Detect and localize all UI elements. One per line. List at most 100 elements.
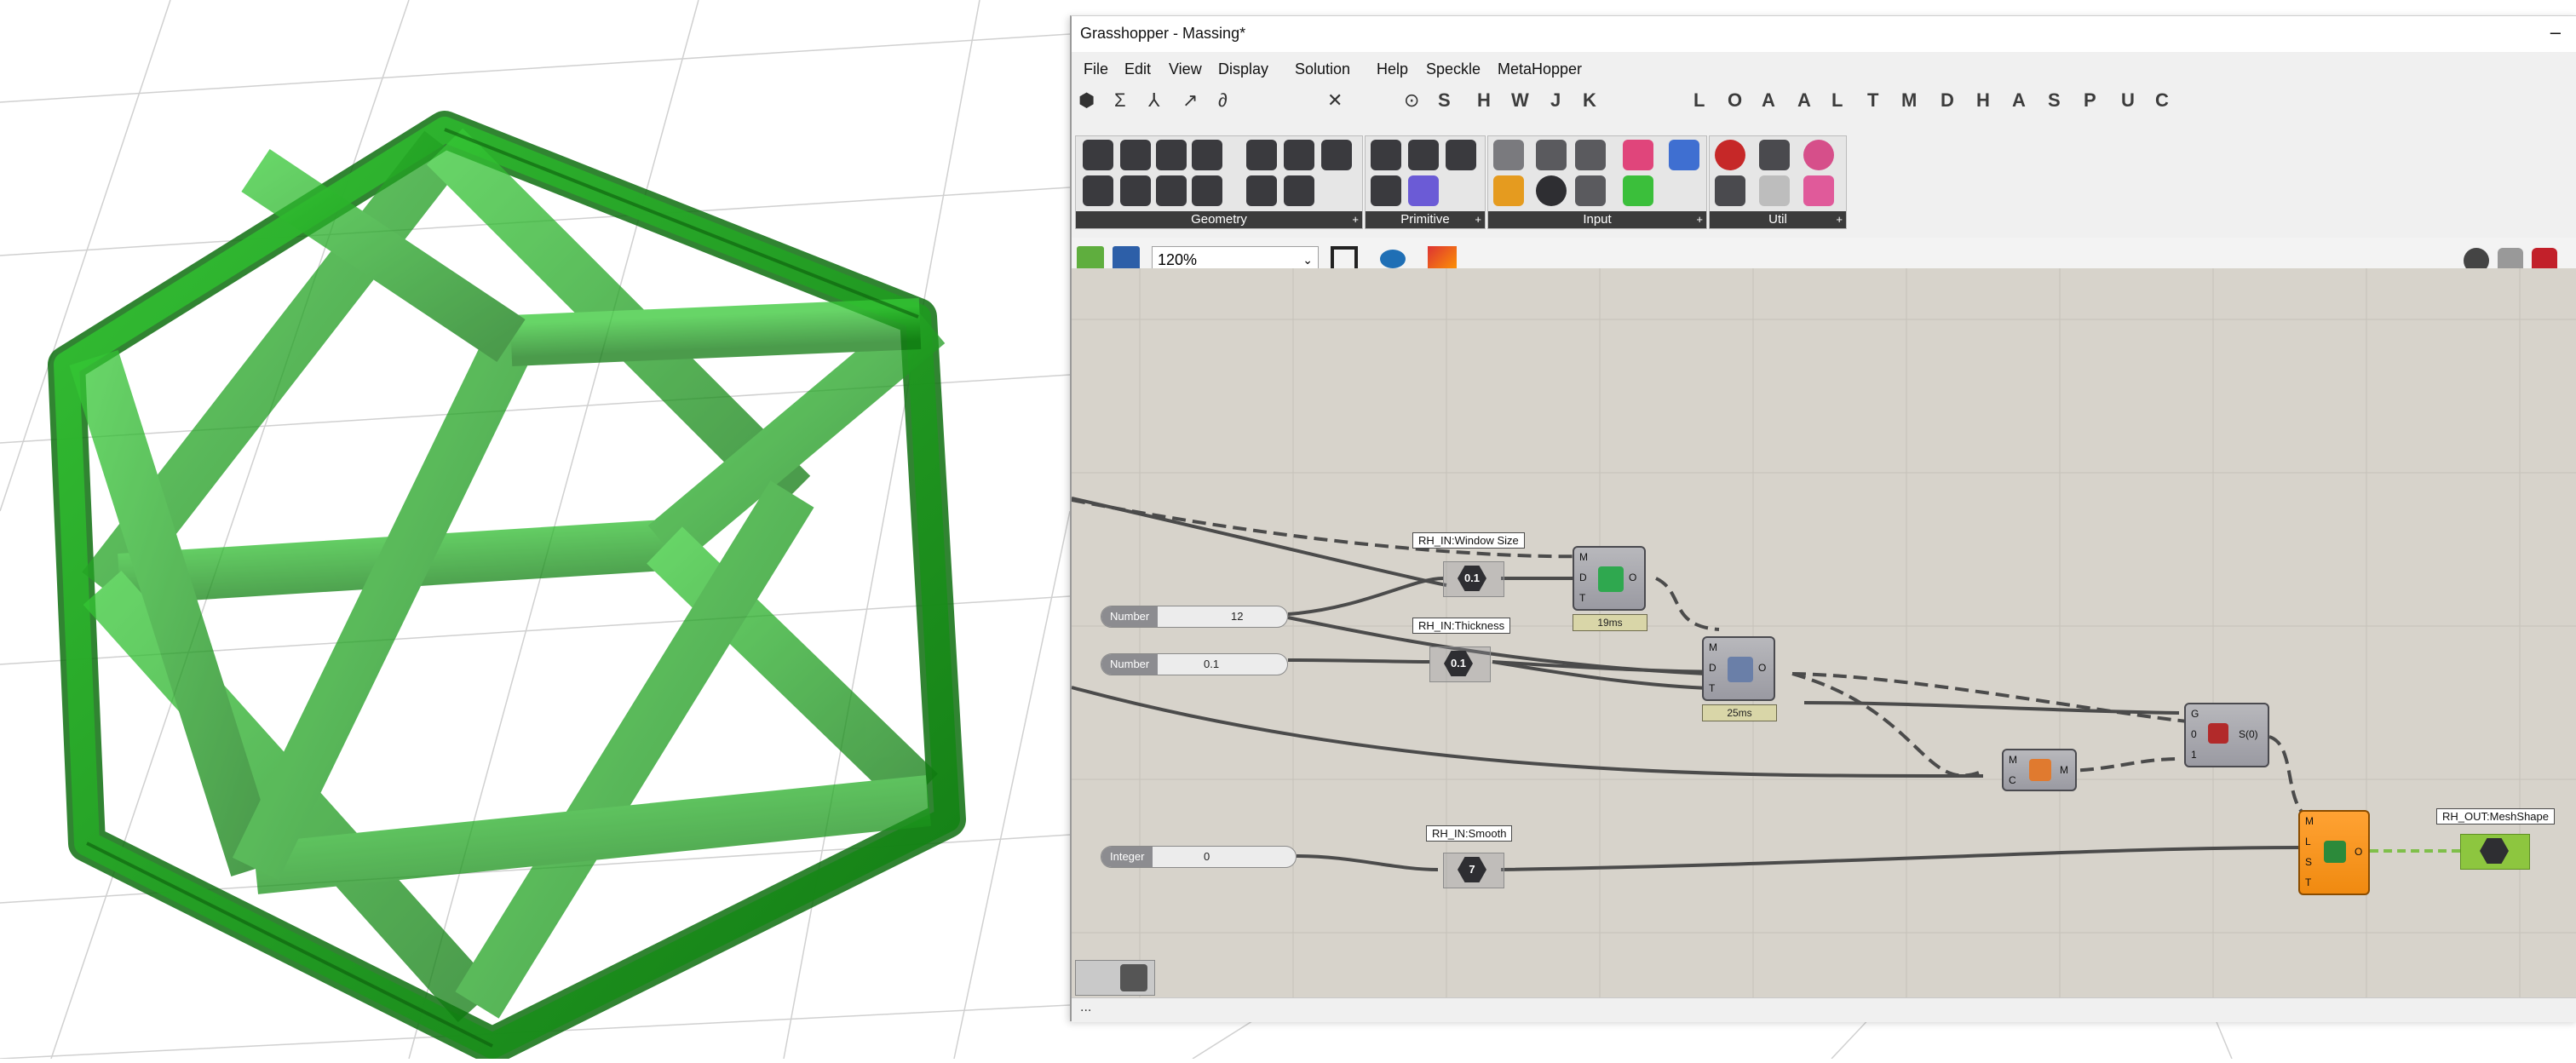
definition-canvas[interactable]: Number 12 Number 0.1 Integer 0 RH_IN:Win… [1072, 268, 2576, 997]
tab-c[interactable]: C [2155, 89, 2169, 112]
arrow-right-icon[interactable] [1759, 140, 1790, 170]
util-panel: Util + [1709, 135, 1847, 229]
mesh-param-icon[interactable] [1246, 140, 1277, 170]
surface-param-icon[interactable] [1156, 140, 1187, 170]
tab-h2[interactable]: H [1976, 89, 1990, 112]
thickness-param[interactable]: 0.1 [1429, 646, 1491, 682]
colour-icon[interactable] [1408, 175, 1439, 206]
tab-u[interactable]: U [2121, 89, 2135, 112]
mesh-thicken-component[interactable]: M D T O [1702, 636, 1775, 701]
mesh-combine-component[interactable]: M C M [2002, 749, 2077, 791]
gradient-icon[interactable] [1623, 140, 1653, 170]
number-icon[interactable] [1408, 140, 1439, 170]
menu-metahopper[interactable]: MetaHopper [1498, 60, 1582, 78]
panel-icon[interactable] [1669, 140, 1699, 170]
geometry-panel-label[interactable]: Geometry + [1076, 211, 1362, 228]
meshshape-param[interactable] [2460, 834, 2530, 870]
mesh-smooth-output-component[interactable]: M L S T O [2298, 810, 2370, 895]
transform-param-icon[interactable] [1284, 175, 1314, 206]
brep-param-icon[interactable] [1192, 140, 1222, 170]
tab-curve[interactable]: ∂ [1218, 89, 1228, 112]
tab-p[interactable]: P [2084, 89, 2096, 112]
mesh-shape [48, 111, 966, 1063]
tab-t[interactable]: T [1867, 89, 1878, 112]
tab-o[interactable]: O [1728, 89, 1742, 112]
integer-slider-smooth[interactable]: Integer 0 [1101, 846, 1297, 868]
tab-transform[interactable]: ✕ [1327, 89, 1343, 112]
window-size-param[interactable]: 0.1 [1443, 561, 1504, 597]
stream-filter-icon [2208, 723, 2228, 744]
minimize-icon[interactable]: – [2550, 21, 2561, 43]
box-param-icon[interactable] [1246, 175, 1277, 206]
cluster-icon[interactable] [1803, 140, 1834, 170]
curve-param-icon[interactable] [1120, 140, 1151, 170]
mesh-window-component[interactable]: M D T O [1573, 546, 1646, 611]
tab-d[interactable]: D [1941, 89, 1954, 112]
canvas-widget[interactable] [1075, 960, 1155, 996]
slider-value: 12 [1231, 610, 1244, 623]
window-title: Grasshopper - Massing* [1080, 25, 1246, 42]
geometry-icon[interactable] [1083, 140, 1113, 170]
mesh-param-icon [2480, 838, 2509, 864]
tab-h[interactable]: H [1477, 89, 1491, 112]
tab-a2[interactable]: A [1797, 89, 1811, 112]
timer-25ms: 25ms [1702, 704, 1777, 721]
field-param-icon[interactable] [1284, 140, 1314, 170]
tab-display[interactable]: ⊙ [1404, 89, 1419, 112]
tab-sets[interactable]: ⅄ [1148, 89, 1159, 112]
graph-mapper-icon[interactable] [1493, 175, 1524, 206]
button-icon[interactable] [1536, 140, 1567, 170]
toggle-icon[interactable] [1575, 140, 1606, 170]
tab-w[interactable]: W [1511, 89, 1529, 112]
text-icon[interactable] [1446, 140, 1476, 170]
util-panel-label[interactable]: Util + [1710, 211, 1846, 228]
menu-edit[interactable]: Edit [1124, 60, 1151, 78]
menu-view[interactable]: View [1169, 60, 1202, 78]
slider-label: Number [1101, 654, 1159, 675]
point-param-icon[interactable] [1192, 175, 1222, 206]
flask-icon[interactable] [1803, 175, 1834, 206]
tab-l2[interactable]: L [1831, 89, 1843, 112]
tab-j[interactable]: J [1550, 89, 1561, 112]
tab-k[interactable]: K [1583, 89, 1596, 112]
line-param-icon[interactable] [1083, 175, 1113, 206]
tree-icon[interactable] [1715, 175, 1745, 206]
params-tab-icon[interactable]: ⬢ [1078, 89, 1095, 112]
menu-speckle[interactable]: Speckle [1426, 60, 1481, 78]
boolean-icon[interactable] [1371, 140, 1401, 170]
menu-display[interactable]: Display [1218, 60, 1268, 78]
navigator-icon[interactable] [1120, 964, 1147, 991]
primitive-panel-label[interactable]: Primitive + [1366, 211, 1485, 228]
smooth-param[interactable]: 7 [1443, 853, 1504, 888]
value-list-icon[interactable] [1575, 175, 1606, 206]
plane-param-icon[interactable] [1156, 175, 1187, 206]
arrow-outline-icon[interactable] [1759, 175, 1790, 206]
cherry-icon[interactable] [1715, 140, 1745, 170]
tag-window-size: RH_IN:Window Size [1412, 532, 1525, 549]
tab-l[interactable]: L [1693, 89, 1705, 112]
vector-param-icon[interactable] [1120, 175, 1151, 206]
menu-help[interactable]: Help [1377, 60, 1408, 78]
number-param-icon: 0.1 [1458, 566, 1486, 591]
tab-vector[interactable]: ↗ [1182, 89, 1198, 112]
tab-a3[interactable]: A [2012, 89, 2026, 112]
matrix-icon[interactable] [1623, 175, 1653, 206]
knob-icon[interactable] [1536, 175, 1567, 206]
tab-s[interactable]: S [1438, 89, 1451, 112]
menu-file[interactable]: File [1084, 60, 1108, 78]
integer-param-icon: 7 [1458, 857, 1486, 882]
tab-a[interactable]: A [1762, 89, 1775, 112]
tab-s2[interactable]: S [2048, 89, 2061, 112]
tab-maths[interactable]: Σ [1114, 89, 1126, 112]
menu-solution[interactable]: Solution [1295, 60, 1350, 78]
preview-eye-icon[interactable] [1380, 250, 1406, 268]
import-icon[interactable] [1493, 140, 1524, 170]
input-panel-label[interactable]: Input + [1488, 211, 1706, 228]
number-slider-thickness[interactable]: Number 0.1 [1101, 653, 1288, 675]
stream-filter-component[interactable]: G 0 1 S(0) [2184, 703, 2269, 767]
tab-m[interactable]: M [1901, 89, 1917, 112]
number-slider-count[interactable]: Number 12 [1101, 606, 1288, 628]
group-param-icon[interactable] [1321, 140, 1352, 170]
integer-icon[interactable] [1371, 175, 1401, 206]
mesh-combine-icon [2029, 759, 2051, 781]
